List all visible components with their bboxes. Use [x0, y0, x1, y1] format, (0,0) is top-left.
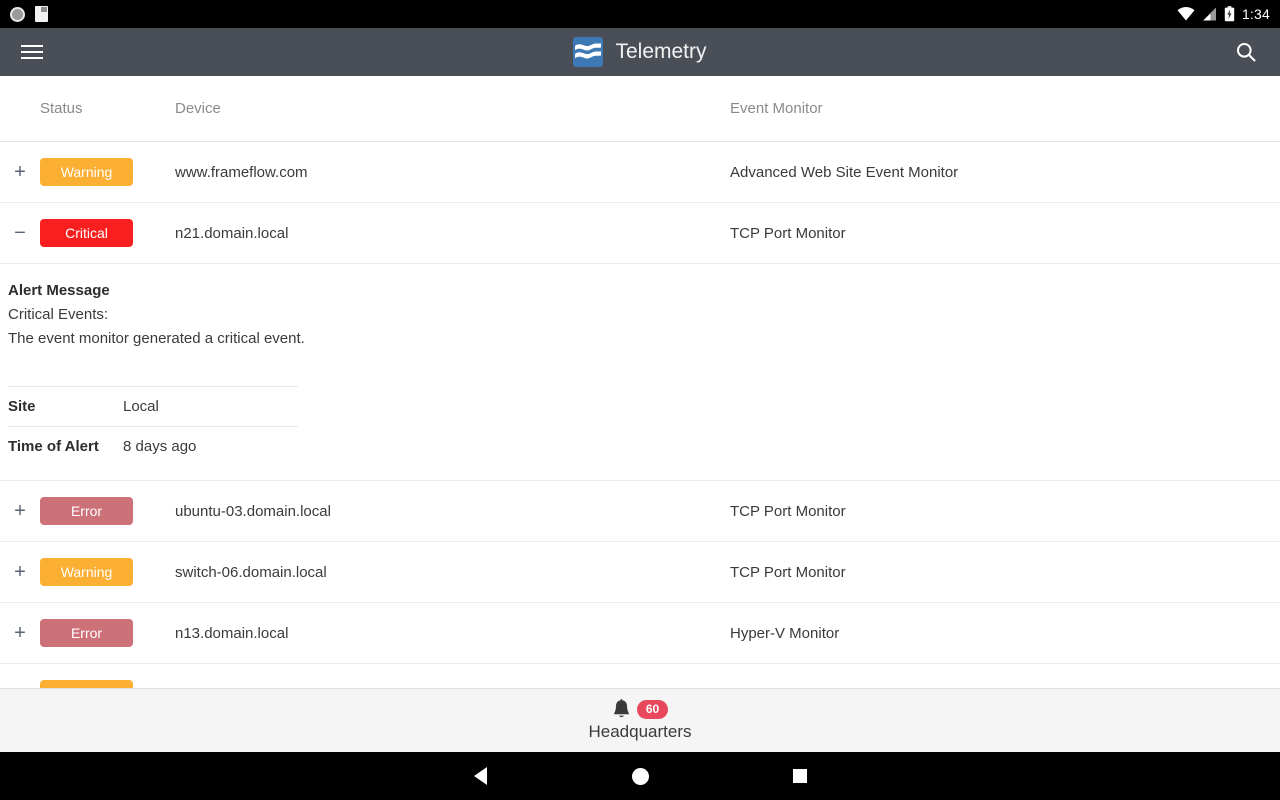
status-badge: Warning: [40, 558, 133, 586]
status-badge: Critical: [40, 219, 133, 247]
alert-detail-fields: Site Local Time of Alert 8 days ago: [8, 386, 298, 466]
device-name-cell: switch-06.domain.local: [175, 563, 327, 581]
detail-field-value: Local: [123, 398, 159, 415]
device-name-cell: n21.domain.local: [175, 224, 289, 242]
screen-record-icon: [10, 6, 25, 22]
status-bar-clock: 1:34: [1241, 6, 1270, 22]
alert-message-line-1: Critical Events:: [8, 306, 109, 323]
recents-icon: [793, 769, 807, 783]
detail-spacer: [8, 354, 1280, 386]
app-brand: Telemetry: [573, 37, 707, 67]
device-name-cell: n13.domain.local: [175, 624, 289, 642]
status-cell: Error: [40, 497, 175, 525]
android-status-bar: 1:34: [0, 0, 1280, 28]
table-header-row: Status Device Event Monitor: [0, 76, 1280, 142]
event-monitor-cell: TCP Port Monitor: [730, 224, 846, 242]
alert-detail-panel: Alert Message Critical Events: The event m…: [0, 264, 1280, 481]
status-cell: Warning: [40, 158, 175, 186]
site-name-label: Headquarters: [588, 722, 692, 741]
expand-row-icon[interactable]: +: [0, 562, 40, 582]
table-row[interactable]: +Warningn18.domain.localHyper-V Monitor: [0, 664, 1280, 688]
table-row[interactable]: + Error ubuntu-03.domain.local TCP Port Mon…: [0, 481, 1280, 542]
event-monitor-cell: TCP Port Monitor: [730, 502, 846, 520]
column-header-device: Device: [175, 100, 221, 117]
nav-recents-button[interactable]: [720, 769, 880, 783]
status-bar-right-icons: 1:34: [1177, 6, 1270, 22]
event-monitor-cell: TCP Port Monitor: [730, 563, 846, 581]
status-badge: Error: [40, 497, 133, 525]
app-header-bar: Telemetry: [0, 28, 1280, 76]
collapse-row-icon[interactable]: −: [0, 223, 40, 243]
expand-row-icon[interactable]: +: [0, 623, 40, 643]
status-cell: Error: [40, 619, 175, 647]
status-cell: Warning: [40, 558, 175, 586]
detail-field-value: 8 days ago: [123, 438, 197, 455]
site-status-bar[interactable]: 60 Headquarters: [0, 688, 1280, 752]
status-cell: Warning: [40, 680, 175, 688]
search-icon[interactable]: [1230, 36, 1262, 68]
table-body: + Warning www.frameflow.com Advanced Web Si…: [0, 142, 1280, 688]
table-row[interactable]: − Critical n21.domain.local TCP Port Monito…: [0, 203, 1280, 264]
bell-icon: [613, 699, 629, 718]
android-nav-bar: [0, 752, 1280, 800]
status-badge: Warning: [40, 680, 133, 688]
column-header-status: Status: [40, 100, 83, 117]
nav-home-button[interactable]: [560, 767, 720, 785]
alert-message-title: Alert Message: [8, 282, 110, 299]
table-row[interactable]: + Warning switch-06.domain.local TCP Port M…: [0, 542, 1280, 603]
detail-field-key: Time of Alert: [8, 438, 99, 455]
nav-back-button[interactable]: [400, 767, 560, 785]
device-name-cell: ubuntu-03.domain.local: [175, 502, 331, 520]
alert-count-badge: 60: [636, 699, 669, 720]
status-badge: Warning: [40, 158, 133, 186]
table-row[interactable]: + Warning www.frameflow.com Advanced Web Si…: [0, 142, 1280, 203]
status-bar-left-icons: [10, 6, 48, 22]
save-icon: [35, 6, 48, 22]
column-header-event-monitor: Event Monitor: [730, 100, 823, 117]
alerts-table: Status Device Event Monitor + Warning www.…: [0, 76, 1280, 688]
status-cell: Critical: [40, 219, 175, 247]
detail-field-row: Time of Alert 8 days ago: [8, 426, 298, 467]
back-icon: [473, 767, 487, 785]
expand-row-icon[interactable]: +: [0, 501, 40, 521]
event-monitor-cell: Hyper-V Monitor: [730, 624, 840, 642]
status-badge: Error: [40, 619, 133, 647]
hamburger-menu-icon[interactable]: [8, 28, 56, 76]
site-alert-summary: 60: [612, 699, 669, 720]
app-title: Telemetry: [615, 40, 707, 63]
wifi-icon: [1177, 7, 1195, 21]
home-icon: [631, 767, 649, 785]
table-row[interactable]: + Error n13.domain.local Hyper-V Monitor: [0, 603, 1280, 664]
event-monitor-cell: Advanced Web Site Event Monitor: [730, 163, 959, 181]
detail-field-key: Site: [8, 398, 36, 415]
detail-field-row: Site Local: [8, 386, 298, 427]
telemetry-waves-logo-icon: [573, 37, 604, 67]
cell-signal-icon: [1202, 7, 1216, 21]
device-name-cell: www.frameflow.com: [175, 163, 308, 181]
expand-row-icon[interactable]: +: [0, 162, 40, 182]
battery-charging-icon: [1224, 6, 1235, 22]
alert-message-line-2: The event monitor generated a critical e…: [8, 330, 305, 347]
